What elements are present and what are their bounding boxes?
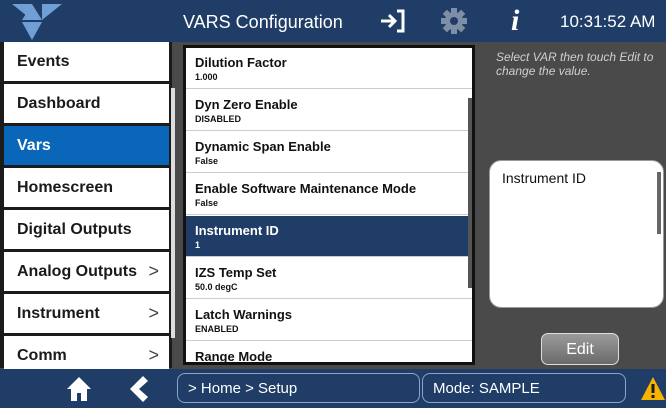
var-row-range-mode[interactable]: Range Mode [186,342,472,364]
chevron-right-icon: > [148,303,159,323]
sidebar-item-label: Events [17,53,70,70]
sidebar-item-label: Instrument [17,305,100,322]
sidebar-item-homescreen[interactable]: Homescreen [4,168,169,207]
list-scrollbar[interactable] [468,98,472,288]
var-row-enable-software-maintenance-mode[interactable]: Enable Software Maintenance Mode False [186,174,472,215]
sidebar-item-instrument[interactable]: Instrument > [4,294,169,333]
var-value: ENABLED [195,324,239,334]
var-value: 1.000 [195,72,218,82]
sidebar-item-label: Comm [17,347,67,364]
sidebar-item-digital-outputs[interactable]: Digital Outputs [4,210,169,249]
var-name: IZS Temp Set [195,265,277,280]
var-name: Dyn Zero Enable [195,97,298,112]
exit-icon[interactable] [378,8,406,34]
sidebar-item-label: Homescreen [17,179,114,196]
company-logo [12,4,62,40]
sidebar-item-vars[interactable]: Vars [4,126,169,165]
detail-label: Instrument ID [502,170,587,186]
clock: 10:31:52 AM [560,12,656,31]
var-name: Latch Warnings [195,307,293,322]
sidebar-item-label: Analog Outputs [17,263,137,280]
info-icon[interactable]: i [511,4,519,38]
back-icon[interactable] [127,376,149,402]
var-value: False [195,156,219,166]
var-value: DISABLED [195,114,242,124]
vars-list: Dilution Factor 1.000 Dyn Zero Enable DI… [183,45,475,365]
bottom-bar: > Home > Setup Mode: SAMPLE [0,369,666,408]
var-row-latch-warnings[interactable]: Latch Warnings ENABLED [186,300,472,341]
detail-scrollbar[interactable] [657,172,661,234]
home-icon[interactable] [66,376,92,402]
var-row-dynamic-span-enable[interactable]: Dynamic Span Enable False [186,132,472,173]
var-name: Enable Software Maintenance Mode [195,181,417,196]
var-row-dilution-factor[interactable]: Dilution Factor 1.000 [186,48,472,89]
top-bar: VARS Configuration i 10:31:52 AM [0,0,666,42]
edit-button[interactable]: Edit [541,333,619,365]
gear-icon[interactable] [441,8,467,34]
var-name: Instrument ID [195,223,279,238]
sidebar-item-label: Vars [17,137,51,154]
var-value: False [195,198,219,208]
var-value: 1 [195,240,201,250]
page-title: VARS Configuration [183,12,343,32]
sidebar-item-analog-outputs[interactable]: Analog Outputs > [4,252,169,291]
var-name: Range Mode [195,349,273,364]
var-row-instrument-id[interactable]: Instrument ID 1 [186,216,472,257]
sidebar-item-events[interactable]: Events [4,42,169,81]
sidebar-scrollbar[interactable] [171,88,175,338]
var-value: 50.0 degC [195,282,238,292]
sidebar-item-dashboard[interactable]: Dashboard [4,84,169,123]
help-text: Select VAR then touch Edit to change the… [496,50,654,78]
sidebar-item-label: Dashboard [17,95,101,112]
sidebar: Events Dashboard Vars Homescreen Digital… [0,42,172,375]
mode-indicator: Mode: SAMPLE [422,373,626,403]
detail-panel: Instrument ID [489,160,664,308]
var-name: Dilution Factor [195,55,287,70]
warning-icon[interactable] [640,376,666,402]
var-row-izs-temp-set[interactable]: IZS Temp Set 50.0 degC [186,258,472,299]
breadcrumb[interactable]: > Home > Setup [177,373,420,403]
sidebar-item-label: Digital Outputs [17,221,132,238]
var-name: Dynamic Span Enable [195,139,331,154]
var-row-dyn-zero-enable[interactable]: Dyn Zero Enable DISABLED [186,90,472,131]
chevron-right-icon: > [148,261,159,281]
